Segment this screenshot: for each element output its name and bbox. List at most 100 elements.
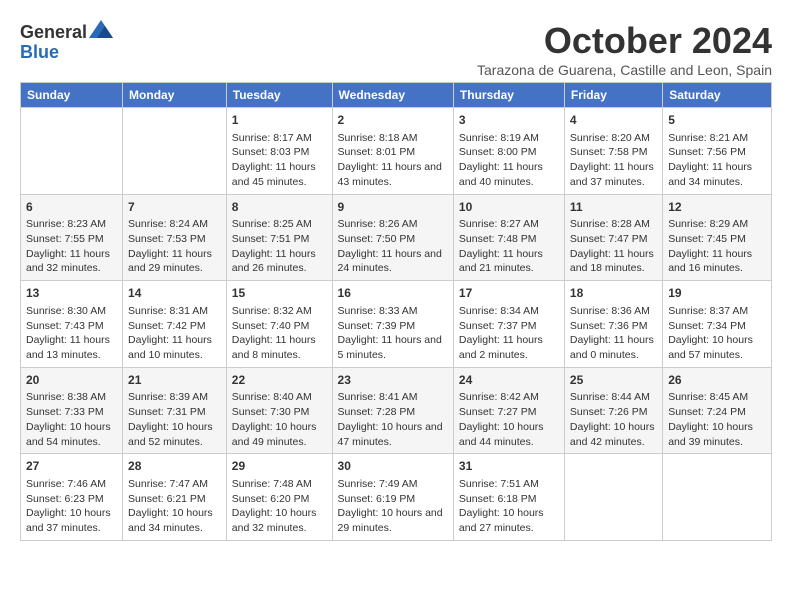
day-number: 31	[459, 458, 559, 475]
day-number: 9	[338, 199, 448, 216]
cell-content: Sunrise: 7:47 AM Sunset: 6:21 PM Dayligh…	[128, 477, 221, 536]
day-number: 23	[338, 372, 448, 389]
calendar-week-row: 6Sunrise: 8:23 AM Sunset: 7:55 PM Daylig…	[21, 194, 772, 281]
day-number: 8	[232, 199, 327, 216]
header-saturday: Saturday	[663, 83, 772, 108]
cell-content: Sunrise: 8:44 AM Sunset: 7:26 PM Dayligh…	[570, 390, 657, 449]
cell-content: Sunrise: 8:29 AM Sunset: 7:45 PM Dayligh…	[668, 217, 766, 276]
calendar-cell: 29Sunrise: 7:48 AM Sunset: 6:20 PM Dayli…	[226, 454, 332, 541]
calendar-cell: 5 Sunrise: 8:21 AM Sunset: 7:56 PM Daylig…	[663, 108, 772, 195]
calendar-cell: 1Sunrise: 8:17 AM Sunset: 8:03 PM Daylig…	[226, 108, 332, 195]
day-number: 27	[26, 458, 117, 475]
cell-content: Sunrise: 8:19 AM Sunset: 8:00 PM Dayligh…	[459, 131, 559, 190]
day-number: 4	[570, 112, 657, 129]
cell-content: Sunrise: 8:42 AM Sunset: 7:27 PM Dayligh…	[459, 390, 559, 449]
cell-content: Sunrise: 8:32 AM Sunset: 7:40 PM Dayligh…	[232, 304, 327, 363]
calendar-cell	[663, 454, 772, 541]
day-number: 28	[128, 458, 221, 475]
header-sunday: Sunday	[21, 83, 123, 108]
month-title: October 2024	[477, 20, 772, 62]
calendar-cell: 4Sunrise: 8:20 AM Sunset: 7:58 PM Daylig…	[564, 108, 662, 195]
header-tuesday: Tuesday	[226, 83, 332, 108]
calendar-cell: 21Sunrise: 8:39 AM Sunset: 7:31 PM Dayli…	[123, 367, 227, 454]
cell-content: Sunrise: 8:28 AM Sunset: 7:47 PM Dayligh…	[570, 217, 657, 276]
day-number: 17	[459, 285, 559, 302]
cell-content: Sunrise: 8:37 AM Sunset: 7:34 PM Dayligh…	[668, 304, 766, 363]
cell-content: Sunrise: 7:51 AM Sunset: 6:18 PM Dayligh…	[459, 477, 559, 536]
cell-content: Sunrise: 8:40 AM Sunset: 7:30 PM Dayligh…	[232, 390, 327, 449]
cell-content: Sunrise: 8:23 AM Sunset: 7:55 PM Dayligh…	[26, 217, 117, 276]
calendar-cell: 11Sunrise: 8:28 AM Sunset: 7:47 PM Dayli…	[564, 194, 662, 281]
cell-content: Sunrise: 8:41 AM Sunset: 7:28 PM Dayligh…	[338, 390, 448, 449]
calendar-cell	[564, 454, 662, 541]
day-number: 12	[668, 199, 766, 216]
day-number: 29	[232, 458, 327, 475]
day-number: 10	[459, 199, 559, 216]
day-number: 16	[338, 285, 448, 302]
logo: General Blue	[20, 20, 113, 63]
calendar-cell: 3 Sunrise: 8:19 AM Sunset: 8:00 PM Daylig…	[453, 108, 564, 195]
calendar-cell: 31 Sunrise: 7:51 AM Sunset: 6:18 PM Dayli…	[453, 454, 564, 541]
day-number: 20	[26, 372, 117, 389]
logo-icon	[89, 20, 113, 38]
cell-content: Sunrise: 8:34 AM Sunset: 7:37 PM Dayligh…	[459, 304, 559, 363]
calendar-cell: 19 Sunrise: 8:37 AM Sunset: 7:34 PM Dayli…	[663, 281, 772, 368]
page-header: General Blue October 2024 Tarazona de Gu…	[20, 20, 772, 78]
cell-content: Sunrise: 8:25 AM Sunset: 7:51 PM Dayligh…	[232, 217, 327, 276]
day-number: 13	[26, 285, 117, 302]
day-number: 3	[459, 112, 559, 129]
logo-blue: Blue	[20, 42, 59, 62]
calendar-cell: 27 Sunrise: 7:46 AM Sunset: 6:23 PM Dayli…	[21, 454, 123, 541]
cell-content: Sunrise: 8:39 AM Sunset: 7:31 PM Dayligh…	[128, 390, 221, 449]
calendar-cell: 2Sunrise: 8:18 AM Sunset: 8:01 PM Daylig…	[332, 108, 453, 195]
calendar-cell: 25Sunrise: 8:44 AM Sunset: 7:26 PM Dayli…	[564, 367, 662, 454]
day-number: 11	[570, 199, 657, 216]
day-number: 7	[128, 199, 221, 216]
header-friday: Friday	[564, 83, 662, 108]
cell-content: Sunrise: 8:26 AM Sunset: 7:50 PM Dayligh…	[338, 217, 448, 276]
calendar-cell: 26Sunrise: 8:45 AM Sunset: 7:24 PM Dayli…	[663, 367, 772, 454]
calendar-cell: 14 Sunrise: 8:31 AM Sunset: 7:42 PM Dayli…	[123, 281, 227, 368]
calendar-cell: 16 Sunrise: 8:33 AM Sunset: 7:39 PM Dayli…	[332, 281, 453, 368]
header-monday: Monday	[123, 83, 227, 108]
calendar-cell	[21, 108, 123, 195]
day-number: 18	[570, 285, 657, 302]
calendar-cell: 22Sunrise: 8:40 AM Sunset: 7:30 PM Dayli…	[226, 367, 332, 454]
cell-content: Sunrise: 7:46 AM Sunset: 6:23 PM Dayligh…	[26, 477, 117, 536]
cell-content: Sunrise: 8:31 AM Sunset: 7:42 PM Dayligh…	[128, 304, 221, 363]
cell-content: Sunrise: 8:21 AM Sunset: 7:56 PM Dayligh…	[668, 131, 766, 190]
day-number: 26	[668, 372, 766, 389]
calendar-cell: 7Sunrise: 8:24 AM Sunset: 7:53 PM Daylig…	[123, 194, 227, 281]
header-thursday: Thursday	[453, 83, 564, 108]
cell-content: Sunrise: 8:36 AM Sunset: 7:36 PM Dayligh…	[570, 304, 657, 363]
cell-content: Sunrise: 8:24 AM Sunset: 7:53 PM Dayligh…	[128, 217, 221, 276]
cell-content: Sunrise: 8:38 AM Sunset: 7:33 PM Dayligh…	[26, 390, 117, 449]
calendar-header-row: SundayMondayTuesdayWednesdayThursdayFrid…	[21, 83, 772, 108]
calendar-cell: 18 Sunrise: 8:36 AM Sunset: 7:36 PM Dayli…	[564, 281, 662, 368]
calendar-cell: 9Sunrise: 8:26 AM Sunset: 7:50 PM Daylig…	[332, 194, 453, 281]
day-number: 14	[128, 285, 221, 302]
day-number: 2	[338, 112, 448, 129]
calendar-cell: 17 Sunrise: 8:34 AM Sunset: 7:37 PM Dayli…	[453, 281, 564, 368]
cell-content: Sunrise: 7:49 AM Sunset: 6:19 PM Dayligh…	[338, 477, 448, 536]
logo-general: General	[20, 22, 87, 42]
header-wednesday: Wednesday	[332, 83, 453, 108]
location-subtitle: Tarazona de Guarena, Castille and Leon, …	[477, 62, 772, 78]
calendar-week-row: 13 Sunrise: 8:30 AM Sunset: 7:43 PM Dayli…	[21, 281, 772, 368]
day-number: 24	[459, 372, 559, 389]
cell-content: Sunrise: 8:33 AM Sunset: 7:39 PM Dayligh…	[338, 304, 448, 363]
day-number: 6	[26, 199, 117, 216]
calendar-cell: 8Sunrise: 8:25 AM Sunset: 7:51 PM Daylig…	[226, 194, 332, 281]
cell-content: Sunrise: 8:27 AM Sunset: 7:48 PM Dayligh…	[459, 217, 559, 276]
day-number: 19	[668, 285, 766, 302]
calendar-cell: 15 Sunrise: 8:32 AM Sunset: 7:40 PM Dayli…	[226, 281, 332, 368]
day-number: 5	[668, 112, 766, 129]
calendar-cell: 13 Sunrise: 8:30 AM Sunset: 7:43 PM Dayli…	[21, 281, 123, 368]
calendar-week-row: 27 Sunrise: 7:46 AM Sunset: 6:23 PM Dayli…	[21, 454, 772, 541]
day-number: 15	[232, 285, 327, 302]
cell-content: Sunrise: 8:45 AM Sunset: 7:24 PM Dayligh…	[668, 390, 766, 449]
title-block: October 2024 Tarazona de Guarena, Castil…	[477, 20, 772, 78]
cell-content: Sunrise: 8:30 AM Sunset: 7:43 PM Dayligh…	[26, 304, 117, 363]
calendar-cell: 6Sunrise: 8:23 AM Sunset: 7:55 PM Daylig…	[21, 194, 123, 281]
calendar-cell: 10Sunrise: 8:27 AM Sunset: 7:48 PM Dayli…	[453, 194, 564, 281]
